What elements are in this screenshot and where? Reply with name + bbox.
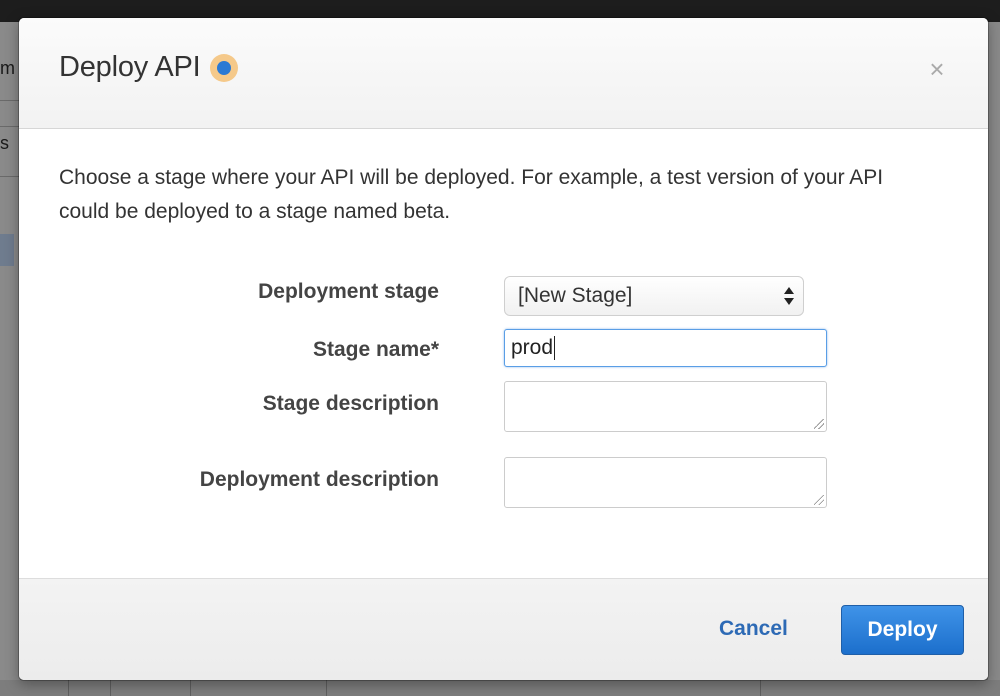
dialog-title-text: Deploy API <box>59 51 201 83</box>
background-text-fragment: m <box>0 58 15 78</box>
status-indicator-icon <box>210 53 239 82</box>
cancel-button[interactable]: Cancel <box>719 617 788 641</box>
stage-name-value: prod <box>511 336 554 359</box>
stage-description-label: Stage description <box>262 392 439 415</box>
deployment-stage-label: Deployment stage <box>258 280 439 303</box>
stage-name-label: Stage name* <box>312 338 439 361</box>
deployment-stage-select[interactable]: [New Stage] <box>504 276 804 316</box>
dialog-header: Deploy API × <box>19 18 988 129</box>
text-caret <box>554 336 556 360</box>
resize-grip-icon[interactable] <box>814 495 824 505</box>
resize-grip-icon[interactable] <box>814 419 824 429</box>
stage-name-input[interactable]: prod <box>504 329 827 367</box>
background-divider <box>0 100 20 101</box>
select-updown-arrows-icon <box>783 285 795 307</box>
close-icon[interactable]: × <box>925 54 949 84</box>
deploy-button[interactable]: Deploy <box>841 605 964 655</box>
background-divider <box>0 126 20 127</box>
dialog-description: Choose a stage where your API will be de… <box>59 166 884 223</box>
background-bottom-strip <box>0 680 1000 696</box>
background-column-line <box>326 680 327 696</box>
background-column-line <box>110 680 111 696</box>
background-column-line <box>190 680 191 696</box>
background-selected-row <box>0 234 14 266</box>
stage-description-textarea[interactable] <box>504 381 827 432</box>
background-left-strip <box>0 22 20 696</box>
dialog-title: Deploy API <box>59 51 239 84</box>
background-right-strip <box>988 22 1000 696</box>
deployment-stage-selected-value: [New Stage] <box>518 284 633 307</box>
deployment-description-textarea[interactable] <box>504 457 827 508</box>
background-text-fragment: s <box>0 133 9 153</box>
dialog-footer: Cancel Deploy <box>19 578 988 680</box>
deployment-description-label: Deployment description <box>199 468 439 491</box>
background-divider <box>0 176 20 177</box>
deploy-api-dialog: Deploy API × Choose a stage where your A… <box>19 18 988 680</box>
background-column-line <box>760 680 761 696</box>
background-column-line <box>68 680 69 696</box>
